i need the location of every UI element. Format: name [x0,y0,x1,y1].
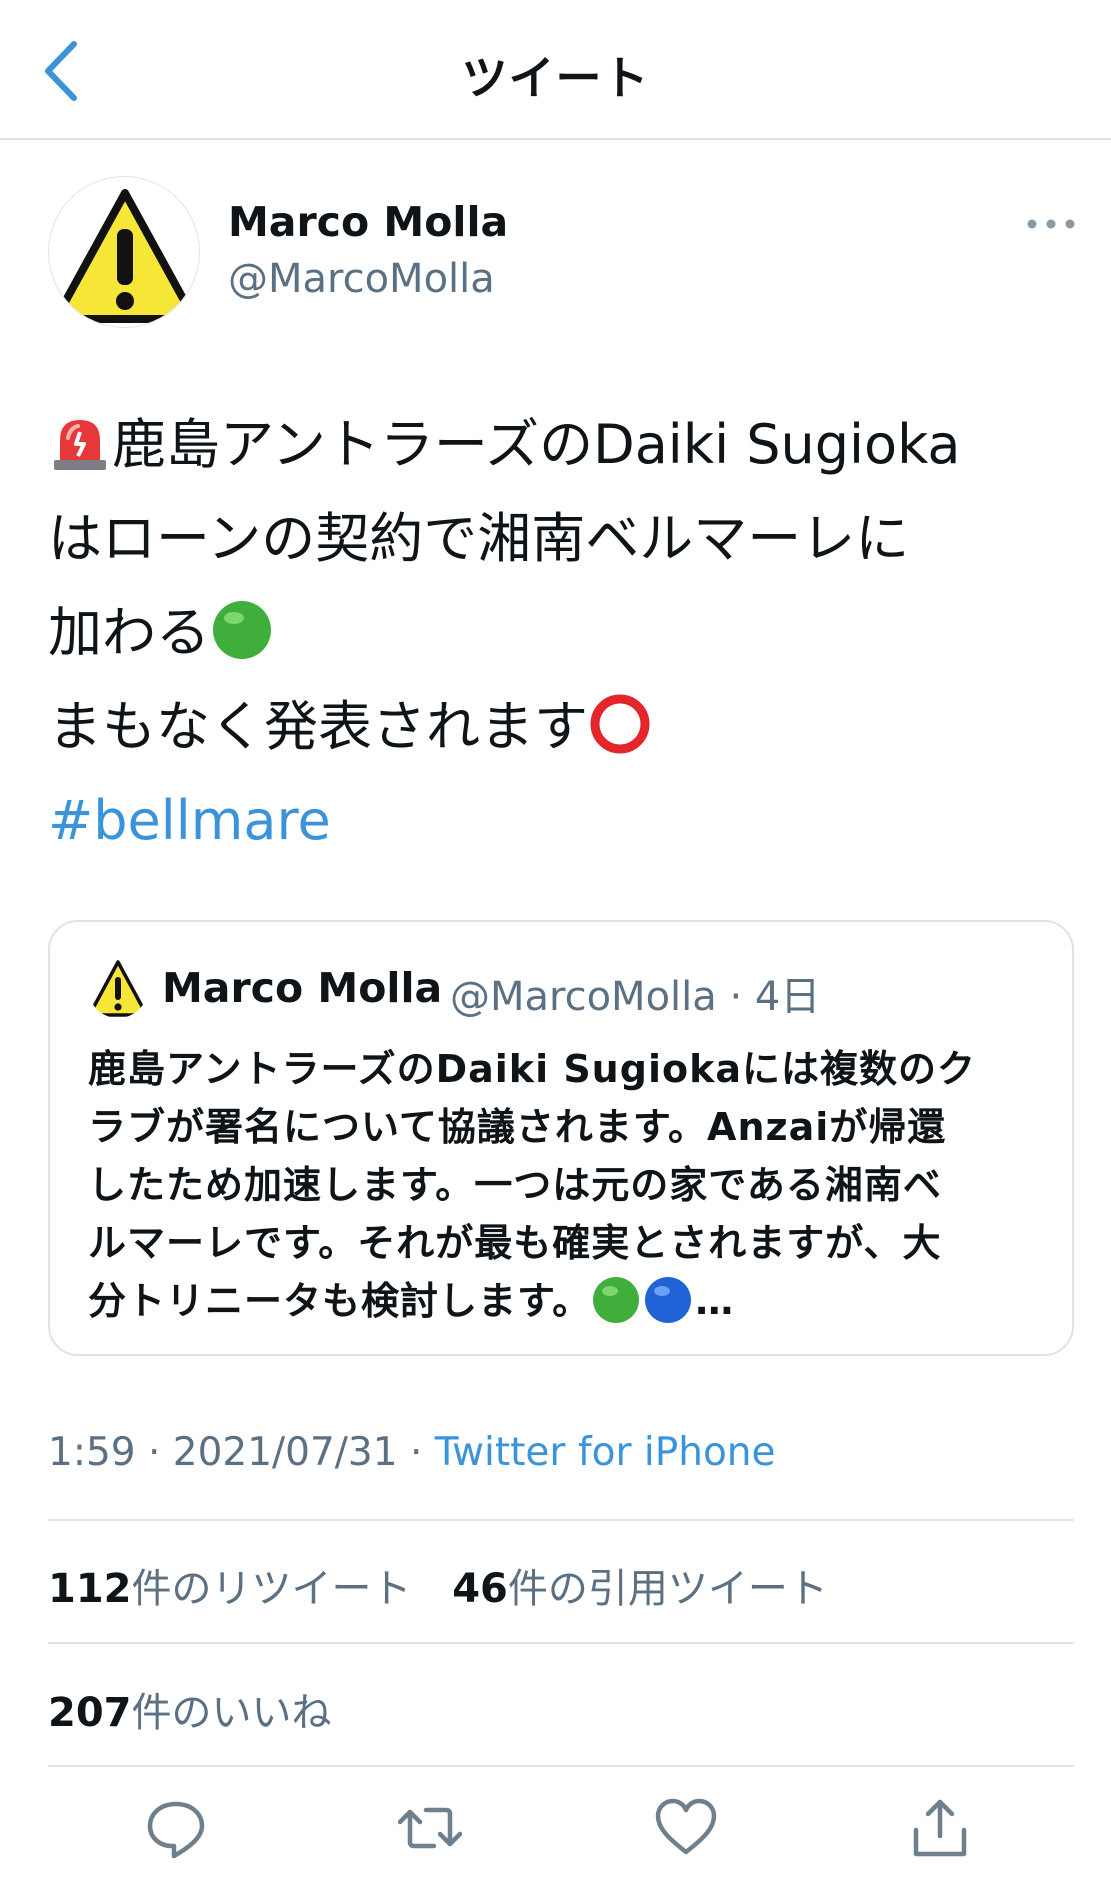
tweet-line-2: はローンの契約で湘南ベルマーレに [48,507,910,570]
likes-stat[interactable]: 207件のいいね [48,1680,332,1738]
retweets-stat[interactable]: 112件のリツイート [48,1556,412,1614]
tweet-line-4: まもなく発表されます [48,680,1088,774]
tweet-line-3-text: 加わる [48,601,210,664]
hashtag-link[interactable]: #bellmare [48,774,1088,868]
tweet-timestamp: 1:59 · 2021/07/31 · Twitter for iPhone [48,1430,776,1475]
divider [48,1765,1074,1767]
tweet-line-1: 鹿島アントラーズのDaiki Sugioka [48,398,1088,492]
retweets-label: 件のリツイート [131,1566,412,1612]
share-icon[interactable] [908,1796,972,1860]
quotes-count: 46 [452,1566,508,1612]
reply-icon[interactable] [144,1796,208,1860]
quotes-stat[interactable]: 46件の引用ツイート [452,1556,828,1614]
divider [48,1642,1074,1644]
source-link[interactable]: Twitter for iPhone [435,1430,776,1475]
retweet-icon[interactable] [398,1796,462,1860]
quoted-avatar [88,958,148,1018]
quoted-text-body: 鹿島アントラーズのDaiki Sugiokaには複数のク ラブが署名について協議… [88,1047,976,1323]
warning-sign-icon [89,960,147,1017]
more-dots-icon[interactable] [1026,212,1076,236]
tweet-line-3: 加わる [48,586,1088,680]
author-handle[interactable]: @MarcoMolla [228,256,495,302]
top-bar: ツイート [0,0,1111,140]
divider [48,1519,1074,1521]
quoted-ellipsis: … [695,1279,735,1323]
author-name[interactable]: Marco Molla [228,198,508,246]
quoted-tweet-text: 鹿島アントラーズのDaiki Sugiokaには複数のク ラブが署名について協議… [88,1040,1038,1330]
blue-circle-emoji-icon [645,1276,692,1323]
avatar[interactable] [48,176,200,328]
tweet-line-4-text: まもなく発表されます [48,695,588,758]
quoted-tweet-card[interactable]: Marco Molla @MarcoMolla · 4日 鹿島アントラーズのDa… [48,920,1074,1356]
quoted-handle-time: @MarcoMolla · 4日 [450,974,821,1020]
quoted-author-name: Marco Molla [162,964,443,1012]
green-circle-emoji-icon [213,601,271,660]
page-title: ツイート [461,51,650,105]
stats-row: 112件のリツイート 46件の引用ツイート [48,1556,856,1614]
red-ring-emoji-icon [590,694,650,754]
likes-label: 件のいいね [131,1690,332,1736]
tweet-text: 鹿島アントラーズのDaiki Sugioka はローンの契約で湘南ベルマーレに 加わ… [48,398,1088,868]
tweet-line-1-text: 鹿島アントラーズのDaiki Sugioka [112,413,961,476]
timestamp-text: 1:59 · 2021/07/31 · [48,1430,435,1475]
retweets-count: 112 [48,1566,132,1612]
warning-sign-icon [54,189,196,323]
quotes-label: 件の引用ツイート [507,1566,828,1612]
likes-count: 207 [48,1690,132,1736]
heart-icon[interactable] [654,1796,718,1860]
siren-emoji-icon [54,420,106,471]
green-circle-emoji-icon [593,1276,640,1323]
likes-row: 207件のいいね [48,1680,360,1738]
